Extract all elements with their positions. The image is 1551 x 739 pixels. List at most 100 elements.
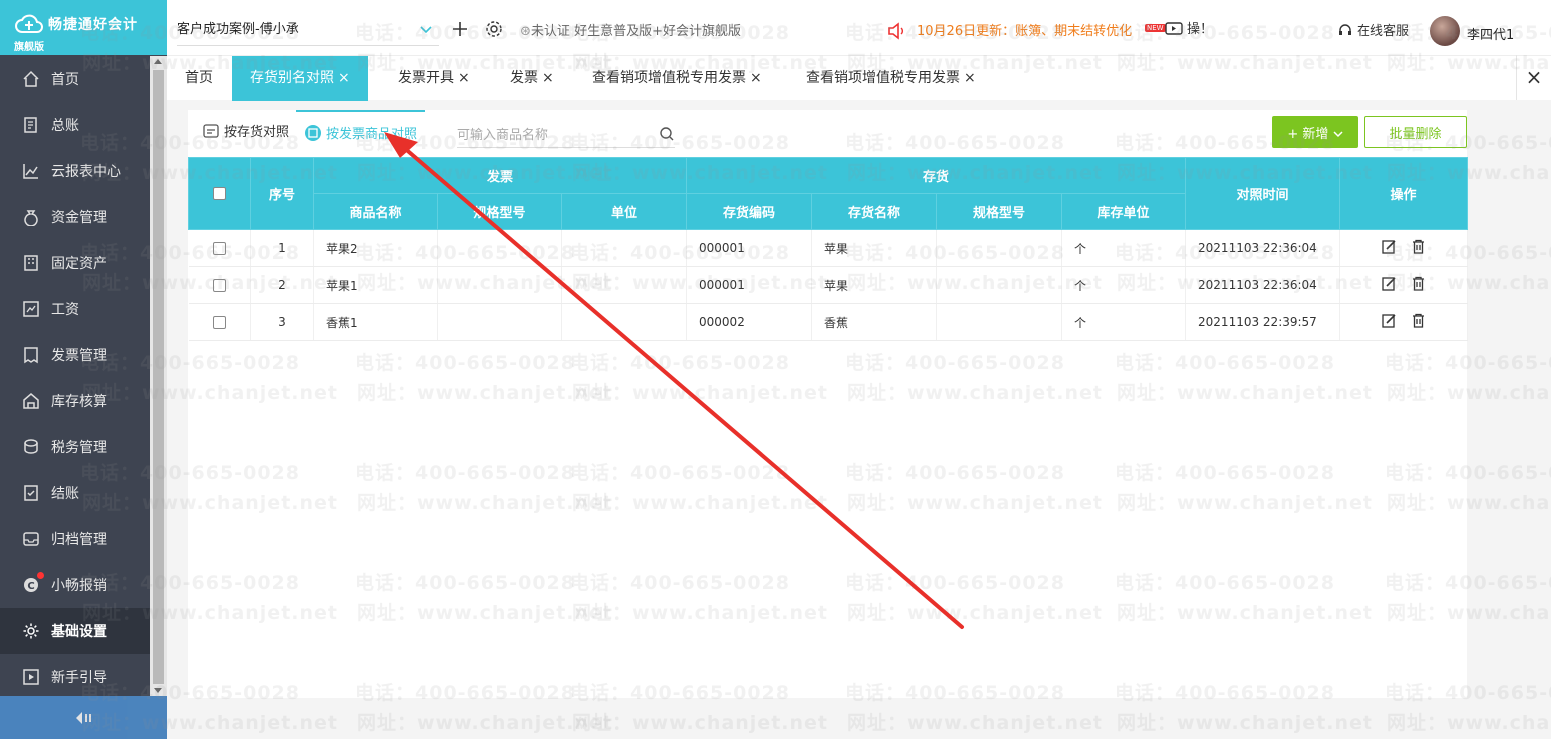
subtab-by-invoice-goods[interactable]: 按发票商品对照 <box>296 110 426 156</box>
close-icon[interactable]: × <box>750 70 762 86</box>
header-group-invoice: 发票 <box>312 157 688 194</box>
row-checkbox[interactable] <box>212 279 226 292</box>
chart-icon <box>22 162 40 180</box>
sidebar-item-label: 首页 <box>51 72 79 88</box>
avatar[interactable] <box>1430 16 1460 46</box>
delete-icon[interactable] <box>1411 276 1426 291</box>
sidebar-item-archive[interactable]: 归档管理 <box>0 516 150 562</box>
tab-view-vat-invoice-1[interactable]: 查看销项增值税专用发票 × <box>592 56 762 101</box>
sidebar-item-funds[interactable]: 资金管理 <box>0 194 150 240</box>
sidebar-item-ledger[interactable]: 总账 <box>0 102 150 148</box>
search-input[interactable] <box>457 122 647 146</box>
collapse-sidebar-button[interactable] <box>0 696 167 739</box>
building-icon <box>22 254 40 272</box>
cell-inv-unit: 个 <box>1061 229 1187 267</box>
watermark-site: 网址：www.chanjet.net <box>847 712 1103 734</box>
sidebar-item-settings[interactable]: 基础设置 <box>0 608 150 654</box>
scroll-down-icon[interactable] <box>154 688 162 693</box>
cell-goods-name: 香蕉1 <box>313 303 438 341</box>
close-icon[interactable]: × <box>458 70 470 86</box>
select-all-checkbox[interactable] <box>213 187 226 200</box>
row-select-cell <box>188 266 251 304</box>
scroll-thumb[interactable] <box>153 70 164 684</box>
tab-bar: 首页 存货别名对照 × 发票开具 × 发票 × 查看销项增值税专用发票 × 查看销项增值… <box>167 55 1551 101</box>
tab-inventory-alias[interactable]: 存货别名对照 × <box>232 56 368 101</box>
tab-invoice[interactable]: 发票 × <box>510 56 554 101</box>
update-notice[interactable]: 10月26日更新：账簿、期末结转优化 <box>917 20 1132 39</box>
video-icon <box>1165 22 1183 35</box>
cell-inv-spec <box>936 303 1063 341</box>
cell-inv-spec <box>936 266 1063 304</box>
sidebar-item-assets[interactable]: 固定资产 <box>0 240 150 286</box>
video-text: 操！ <box>1187 22 1214 37</box>
subtab-label: 按发票商品对照 <box>326 127 418 142</box>
speaker-icon <box>888 22 903 40</box>
sidebar-item-tax[interactable]: 税务管理 <box>0 424 150 470</box>
cell-index: 3 <box>250 303 314 341</box>
sidebar-item-label: 云报表中心 <box>51 164 121 180</box>
add-button[interactable]: + 新增 <box>1272 116 1358 148</box>
sidebar-item-label: 基础设置 <box>51 624 107 640</box>
row-select-cell <box>188 303 251 341</box>
search-box <box>457 122 675 148</box>
account-select[interactable]: 客户成功案例-傅小承 <box>177 14 439 46</box>
sidebar-item-label: 资金管理 <box>51 210 107 226</box>
support-text: 在线客服 <box>1357 24 1410 39</box>
delete-icon[interactable] <box>1411 313 1426 328</box>
sidebar-item-reimburse[interactable]: C 小畅报销 <box>0 562 150 608</box>
header-group-inventory: 存货 <box>686 157 1187 194</box>
sidebar-item-label: 工资 <box>51 302 79 318</box>
search-icon[interactable] <box>659 126 675 142</box>
tab-view-vat-invoice-2[interactable]: 查看销项增值税专用发票 × <box>806 56 976 101</box>
cell-time: 20211103 22:36:04 <box>1185 266 1341 304</box>
tab-label: 存货别名对照 <box>250 70 334 86</box>
scroll-up-icon[interactable] <box>154 59 162 64</box>
cell-inv-code: 000001 <box>686 266 813 304</box>
row-checkbox[interactable] <box>212 242 226 255</box>
online-support[interactable]: 在线客服 <box>1337 20 1409 39</box>
sidebar-scrollbar[interactable] <box>150 56 167 696</box>
sidebar-item-reports[interactable]: 云报表中心 <box>0 148 150 194</box>
sidebar-item-salary[interactable]: 工资 <box>0 286 150 332</box>
subtab-by-inventory[interactable]: 按存货对照 <box>202 110 289 156</box>
cell-ops <box>1339 303 1469 341</box>
table-row: 2 苹果1 000001 苹果 个 20211103 22:36:04 <box>188 266 1469 304</box>
sidebar-item-label: 税务管理 <box>51 440 107 456</box>
sidebar-item-label: 新手引导 <box>51 670 107 686</box>
salary-icon <box>22 300 40 318</box>
new-badge: NEW <box>1145 24 1166 32</box>
tab-home[interactable]: 首页 <box>185 56 213 101</box>
sidebar-item-label: 固定资产 <box>51 256 107 272</box>
sidebar-item-inventory[interactable]: 库存核算 <box>0 378 150 424</box>
sidebar-item-checkout[interactable]: 结账 <box>0 470 150 516</box>
header-inv-unit: 库存单位 <box>1061 193 1187 230</box>
sidebar-item-invoice[interactable]: 发票管理 <box>0 332 150 378</box>
tab-invoice-issue[interactable]: 发票开具 × <box>398 56 470 101</box>
delete-icon[interactable] <box>1411 239 1426 254</box>
certification-status[interactable]: ⊛未认证 好生意普及版+好会计旗舰版 <box>520 20 741 39</box>
chevron-down-icon <box>420 26 432 34</box>
row-checkbox[interactable] <box>212 316 226 329</box>
sidebar-item-label: 总账 <box>51 118 79 134</box>
table-row: 1 苹果2 000001 苹果 个 20211103 22:36:04 <box>188 229 1469 267</box>
add-label: + 新增 <box>1287 126 1329 142</box>
sidebar-item-home[interactable]: 首页 <box>0 56 150 102</box>
batch-delete-button[interactable]: 批量删除 <box>1364 116 1467 148</box>
sidebar-item-guide[interactable]: 新手引导 <box>0 654 150 700</box>
checkout-icon <box>22 484 40 502</box>
close-icon[interactable]: × <box>964 70 976 86</box>
chevron-down-icon <box>1333 130 1343 137</box>
plus-icon[interactable] <box>451 20 469 38</box>
header-unit: 单位 <box>560 193 688 230</box>
header-inv-name: 存货名称 <box>811 193 938 230</box>
video-link[interactable]: 操！ <box>1165 18 1213 37</box>
edit-icon[interactable] <box>1381 239 1397 254</box>
edit-icon[interactable] <box>1381 276 1397 291</box>
edit-icon[interactable] <box>1381 313 1397 328</box>
user-name[interactable]: 李四代1 <box>1467 24 1514 43</box>
close-all-tabs-icon[interactable]: × <box>1516 55 1551 100</box>
close-icon[interactable]: × <box>338 70 350 86</box>
gear-icon[interactable] <box>485 20 503 38</box>
money-bag-icon <box>22 208 40 226</box>
close-icon[interactable]: × <box>542 70 554 86</box>
